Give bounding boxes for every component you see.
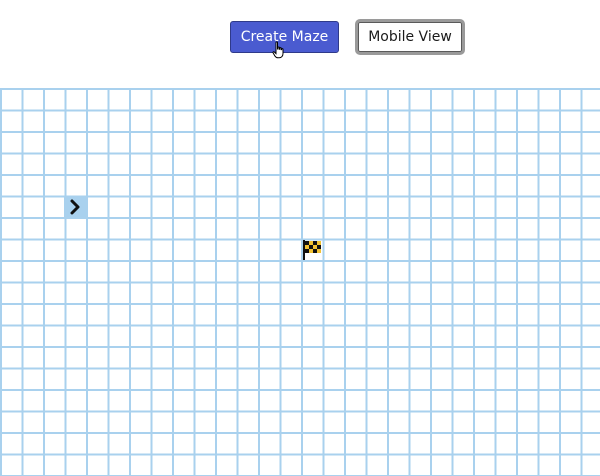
chevron-right-icon — [70, 199, 80, 215]
player-marker — [64, 196, 86, 218]
toolbar: Create Maze Mobile View — [0, 18, 600, 58]
maze-app: Create Maze Mobile View — [0, 0, 600, 476]
hand-cursor-icon — [272, 41, 284, 59]
maze-grid[interactable] — [0, 88, 600, 476]
goal-marker — [301, 239, 323, 261]
checkered-flag-icon — [303, 240, 321, 260]
mobile-view-button[interactable]: Mobile View — [355, 19, 465, 55]
